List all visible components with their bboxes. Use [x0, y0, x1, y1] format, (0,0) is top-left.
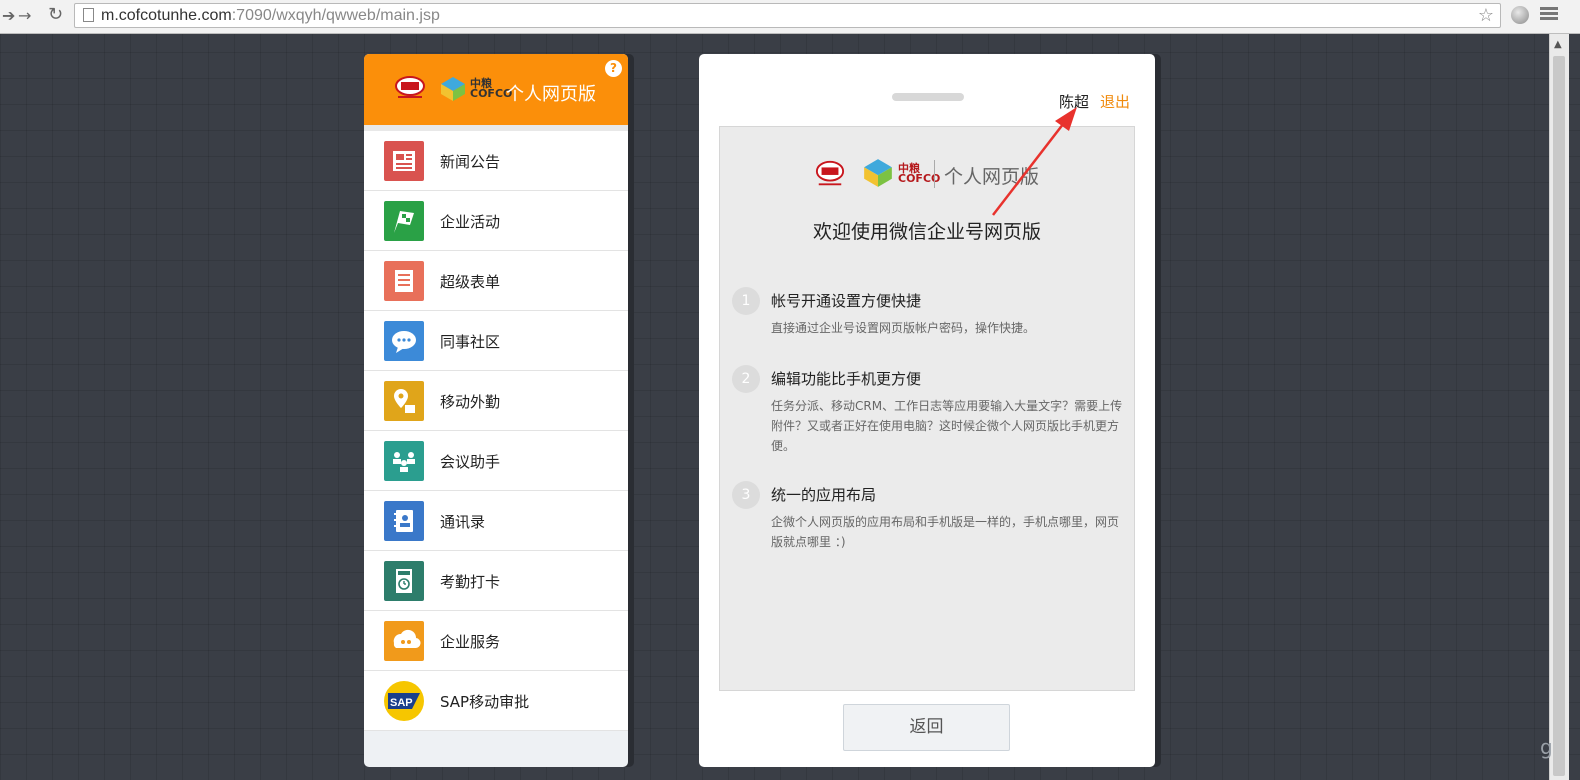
menu-item-label: 企业活动: [440, 213, 501, 231]
help-icon[interactable]: ?: [605, 60, 622, 77]
menu-item[interactable]: 移动外勤: [364, 371, 628, 431]
step-title: 帐号开通设置方便快捷: [771, 292, 922, 310]
flag-icon: [384, 201, 424, 241]
step-number: 2: [732, 365, 760, 393]
menu-item[interactable]: 超级表单: [364, 251, 628, 311]
chat-icon: [384, 321, 424, 361]
scrollbar-thumb[interactable]: [1553, 56, 1565, 776]
cofco-logo-icon: [441, 77, 465, 101]
app-menu-list: 新闻公告 企业活动 超级表单 同事社区 移动外勤 会议助手 通讯录 考勤打卡 企业服务 SAP SA…: [364, 131, 628, 731]
menu-item[interactable]: 企业活动: [364, 191, 628, 251]
annotation-arrow-icon: [992, 107, 1077, 216]
step-title: 编辑功能比手机更方便: [771, 370, 922, 388]
menu-item-label: 考勤打卡: [440, 573, 501, 591]
location-icon: [384, 381, 424, 421]
reload-icon[interactable]: ↻: [48, 4, 63, 25]
cofcotunhe-logo-icon: [395, 76, 425, 98]
form-icon: [384, 261, 424, 301]
cofco-logo-icon: [864, 159, 892, 187]
panel-title: 个人网页版: [506, 84, 596, 105]
scroll-up-icon[interactable]: ▲: [1554, 39, 1562, 50]
browser-toolbar: ➔ → ↻ m.cofcotunhe.com:7090/wxqyh/qwweb/…: [0, 0, 1580, 34]
menu-item[interactable]: 通讯录: [364, 491, 628, 551]
step-title: 统一的应用布局: [771, 486, 877, 504]
menu-item[interactable]: SAP SAP移动审批: [364, 671, 628, 731]
step-number: 3: [732, 481, 760, 509]
step-number: 1: [732, 287, 760, 315]
menu-item-label: SAP移动审批: [440, 693, 530, 711]
menu-item-label: 企业服务: [440, 633, 501, 651]
menu-item[interactable]: 考勤打卡: [364, 551, 628, 611]
globe-icon[interactable]: [1511, 6, 1529, 24]
news-icon: [384, 141, 424, 181]
menu-item-label: 移动外勤: [440, 393, 501, 411]
svg-text:SAP: SAP: [390, 697, 413, 709]
logout-link[interactable]: 退出: [1100, 91, 1130, 112]
menu-item-label: 通讯录: [440, 513, 486, 531]
menu-item-label: 超级表单: [440, 273, 501, 291]
vertical-scrollbar[interactable]: ▲: [1549, 34, 1569, 780]
address-bar[interactable]: m.cofcotunhe.com:7090/wxqyh/qwweb/main.j…: [74, 3, 1501, 28]
content-panel: 陈超 退出 中粮 COFCO 个人网页版 欢迎使用微信企业号网页版 1 帐号开通设…: [699, 54, 1155, 767]
menu-item[interactable]: 同事社区: [364, 311, 628, 371]
meeting-icon: [384, 441, 424, 481]
forward-arrow-icon[interactable]: →: [18, 6, 31, 25]
menu-item[interactable]: 新闻公告: [364, 131, 628, 191]
panel-notch: [892, 93, 964, 101]
url-text: m.cofcotunhe.com:7090/wxqyh/qwweb/main.j…: [101, 7, 440, 24]
menu-item[interactable]: 会议助手: [364, 431, 628, 491]
cofcotunhe-logo-icon: [815, 160, 845, 186]
panel-header: 中粮 COFCO 个人网页版 ?: [364, 54, 628, 125]
menu-item-label: 新闻公告: [440, 153, 501, 171]
back-arrow-icon[interactable]: ➔: [2, 6, 15, 25]
contacts-icon: [384, 501, 424, 541]
service-icon: [384, 621, 424, 661]
step-description: 直接通过企业号设置网页版帐户密码，操作快捷。: [771, 321, 1036, 335]
menu-item-label: 同事社区: [440, 333, 501, 351]
app-menu-panel: 中粮 COFCO 个人网页版 ? 新闻公告企业活动超级表单同事社区移动外勤会议助手…: [364, 54, 628, 767]
back-button[interactable]: 返回: [843, 704, 1010, 751]
step-description: 任务分派、移动CRM、工作日志等应用要输入大量文字？需要上传附件？又或者正好在使…: [771, 399, 1123, 453]
menu-item[interactable]: 企业服务: [364, 611, 628, 671]
menu-item-label: 会议助手: [440, 453, 501, 471]
bookmark-star-icon[interactable]: ☆: [1478, 5, 1494, 26]
clock-icon: [384, 561, 424, 601]
step-description: 企微个人网页版的应用布局和手机版是一样的，手机点哪里，网页版就点哪里 ：): [771, 515, 1120, 549]
page-icon: [83, 8, 94, 22]
sap-icon: SAP: [384, 681, 424, 721]
browser-menu-icon[interactable]: [1540, 5, 1558, 22]
